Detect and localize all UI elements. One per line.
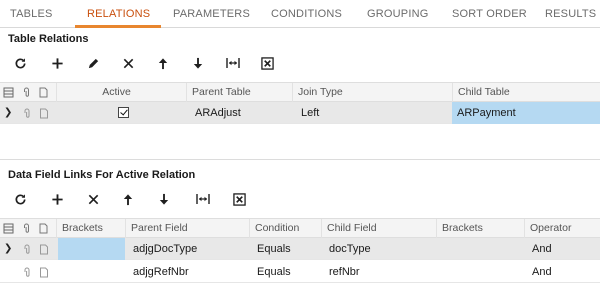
export-excel-icon[interactable] bbox=[230, 190, 248, 208]
active-checkbox[interactable] bbox=[118, 107, 129, 118]
row-note-icon[interactable] bbox=[39, 267, 49, 278]
row-attachment-icon[interactable] bbox=[22, 244, 32, 255]
row-attachment-icon[interactable] bbox=[22, 108, 32, 119]
child-field-cell[interactable]: docType bbox=[324, 238, 434, 260]
tab-tables[interactable]: TABLES bbox=[10, 0, 53, 28]
links-title: Data Field Links For Active Relation bbox=[8, 169, 196, 181]
note-icon bbox=[39, 87, 48, 98]
brackets-close-cell[interactable] bbox=[439, 261, 523, 283]
links-grid-header: Brackets Parent Field Condition Child Fi… bbox=[0, 218, 600, 238]
column-active[interactable]: Active bbox=[56, 83, 176, 102]
column-join-type[interactable]: Join Type bbox=[292, 83, 452, 102]
column-parent-table[interactable]: Parent Table bbox=[186, 83, 286, 102]
tab-bar: TABLES RELATIONS PARAMETERS CONDITIONS G… bbox=[0, 0, 600, 28]
parent-field-cell[interactable]: adjgDocType bbox=[128, 238, 248, 260]
tab-results[interactable]: RESULTS bbox=[545, 0, 596, 28]
attachment-icon bbox=[24, 87, 29, 97]
row-selector-icon[interactable] bbox=[3, 87, 14, 98]
arrow-up-icon[interactable] bbox=[154, 54, 172, 72]
join-type-cell[interactable]: Left bbox=[296, 102, 451, 124]
link-row[interactable]: ❯ adjgDocType Equals docType And bbox=[0, 238, 600, 260]
relations-row[interactable]: ❯ ARAdjust Left ARPayment bbox=[0, 102, 600, 124]
attachment-icon bbox=[24, 223, 29, 233]
add-icon[interactable] bbox=[48, 190, 66, 208]
column-brackets-open[interactable]: Brackets bbox=[56, 219, 125, 238]
parent-table-cell[interactable]: ARAdjust bbox=[190, 102, 290, 124]
condition-cell[interactable]: Equals bbox=[252, 261, 320, 283]
refresh-icon[interactable] bbox=[11, 190, 29, 208]
child-field-cell[interactable]: refNbr bbox=[324, 261, 434, 283]
column-operator[interactable]: Operator bbox=[524, 219, 600, 238]
relations-title: Table Relations bbox=[8, 33, 89, 45]
tab-grouping[interactable]: GROUPING bbox=[367, 0, 429, 28]
current-row-indicator: ❯ bbox=[4, 243, 13, 254]
tab-parameters[interactable]: PARAMETERS bbox=[173, 0, 250, 28]
operator-cell[interactable]: And bbox=[527, 261, 599, 283]
row-attachment-icon[interactable] bbox=[22, 267, 32, 278]
edit-icon[interactable] bbox=[84, 54, 102, 72]
column-parent-field[interactable]: Parent Field bbox=[125, 219, 249, 238]
brackets-open-cell[interactable] bbox=[58, 261, 125, 283]
relations-grid-header: Active Parent Table Join Type Child Tabl… bbox=[0, 82, 600, 102]
row-selector-icon[interactable] bbox=[3, 223, 14, 234]
tab-conditions[interactable]: CONDITIONS bbox=[271, 0, 342, 28]
tab-sort-order[interactable]: SORT ORDER bbox=[452, 0, 527, 28]
current-row-indicator: ❯ bbox=[4, 107, 13, 118]
column-child-field[interactable]: Child Field bbox=[321, 219, 436, 238]
parent-field-cell[interactable]: adjgRefNbr bbox=[128, 261, 248, 283]
row-note-icon[interactable] bbox=[39, 108, 49, 119]
export-excel-icon[interactable] bbox=[258, 54, 276, 72]
brackets-close-cell[interactable] bbox=[439, 238, 523, 260]
child-table-cell[interactable]: ARPayment bbox=[452, 102, 600, 124]
operator-cell[interactable]: And bbox=[527, 238, 599, 260]
arrow-down-icon[interactable] bbox=[189, 54, 207, 72]
delete-icon[interactable] bbox=[119, 54, 137, 72]
tab-relations[interactable]: RELATIONS bbox=[87, 0, 150, 28]
delete-icon[interactable] bbox=[84, 190, 102, 208]
row-note-icon[interactable] bbox=[39, 244, 49, 255]
column-condition[interactable]: Condition bbox=[249, 219, 321, 238]
refresh-icon[interactable] bbox=[11, 54, 29, 72]
column-child-table[interactable]: Child Table bbox=[452, 83, 600, 102]
note-icon bbox=[39, 223, 48, 234]
arrow-up-icon[interactable] bbox=[119, 190, 137, 208]
column-brackets-close[interactable]: Brackets bbox=[436, 219, 524, 238]
link-row[interactable]: adjgRefNbr Equals refNbr And bbox=[0, 261, 600, 283]
section-divider bbox=[0, 159, 600, 160]
active-tab-indicator bbox=[75, 25, 161, 28]
brackets-open-cell[interactable] bbox=[58, 238, 125, 260]
add-icon[interactable] bbox=[48, 54, 66, 72]
fit-width-icon[interactable] bbox=[194, 190, 212, 208]
condition-cell[interactable]: Equals bbox=[252, 238, 320, 260]
fit-width-icon[interactable] bbox=[224, 54, 242, 72]
arrow-down-icon[interactable] bbox=[155, 190, 173, 208]
